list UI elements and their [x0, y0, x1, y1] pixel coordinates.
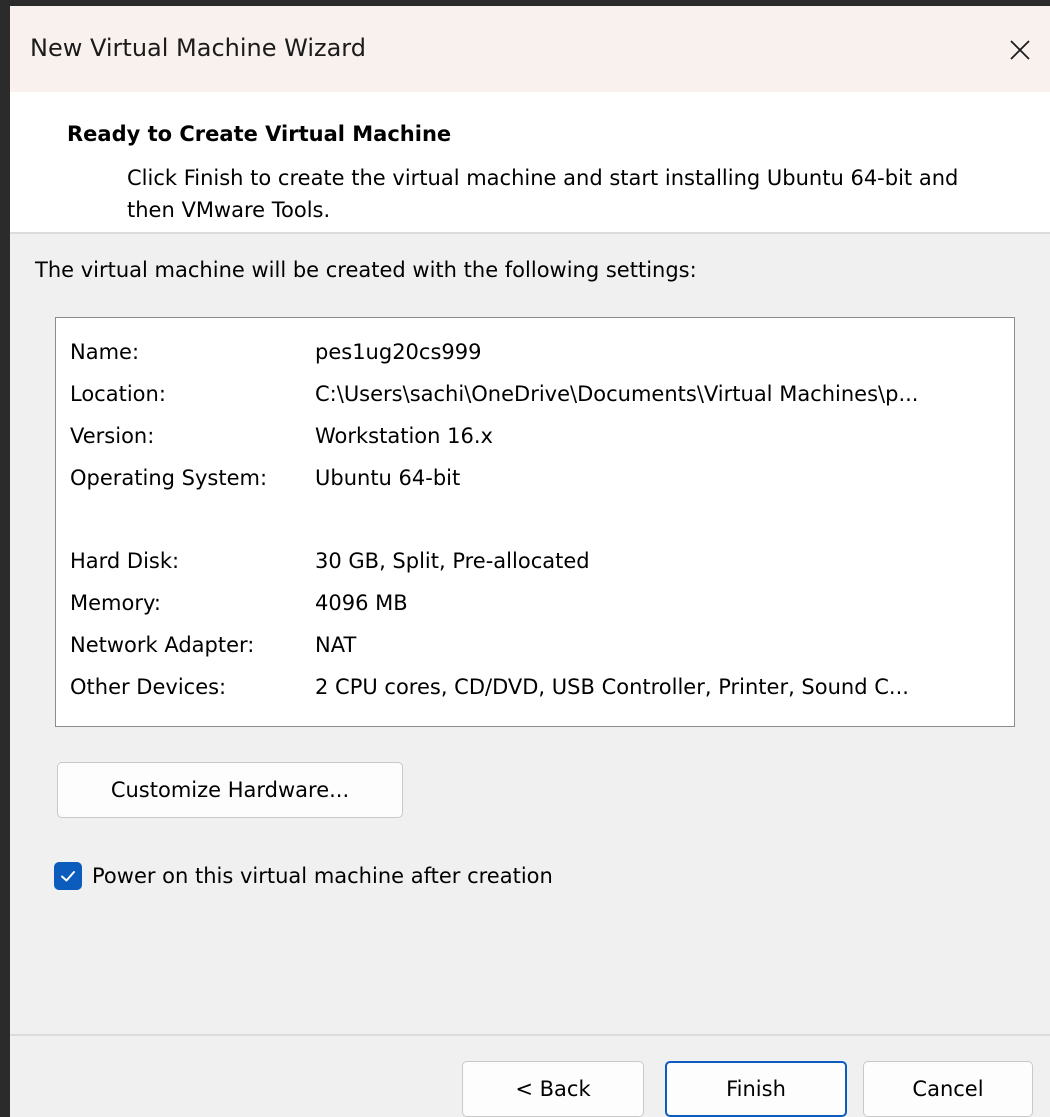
setting-row-hard-disk: Hard Disk: 30 GB, Split, Pre-allocated [70, 549, 1010, 585]
setting-value: pes1ug20cs999 [315, 340, 482, 364]
page-title: Ready to Create Virtual Machine [67, 122, 452, 146]
power-on-option[interactable]: Power on this virtual machine after crea… [54, 858, 553, 894]
setting-value: 4096 MB [315, 591, 408, 615]
setting-label: Version: [70, 424, 155, 448]
setting-value: 30 GB, Split, Pre-allocated [315, 549, 590, 573]
settings-summary: Name: pes1ug20cs999 Location: C:\Users\s… [55, 317, 1015, 727]
title-bar: New Virtual Machine Wizard [10, 6, 1050, 92]
setting-label: Operating System: [70, 466, 268, 490]
setting-label: Name: [70, 340, 140, 364]
footer-divider [10, 1034, 1050, 1036]
settings-intro: The virtual machine will be created with… [35, 258, 697, 282]
setting-row-version: Version: Workstation 16.x [70, 424, 1010, 460]
checkmark-icon [61, 871, 75, 882]
back-button[interactable]: < Back [462, 1061, 644, 1117]
window-title: New Virtual Machine Wizard [30, 34, 366, 62]
setting-row-memory: Memory: 4096 MB [70, 591, 1010, 627]
page-description: Click Finish to create the virtual machi… [127, 166, 959, 222]
setting-row-network-adapter: Network Adapter: NAT [70, 633, 1010, 669]
setting-row-other-devices: Other Devices: 2 CPU cores, CD/DVD, USB … [70, 675, 1010, 711]
setting-row-name: Name: pes1ug20cs999 [70, 340, 1010, 376]
power-on-checkbox[interactable] [54, 862, 82, 890]
cancel-button[interactable]: Cancel [863, 1061, 1033, 1117]
wizard-window: New Virtual Machine Wizard Ready to Crea… [10, 6, 1050, 1117]
setting-value: Ubuntu 64-bit [315, 466, 461, 490]
setting-row-operating-system: Operating System: Ubuntu 64-bit [70, 466, 1010, 502]
setting-label: Hard Disk: [70, 549, 180, 573]
setting-label: Other Devices: [70, 675, 227, 699]
setting-value: 2 CPU cores, CD/DVD, USB Controller, Pri… [315, 675, 909, 699]
setting-value: Workstation 16.x [315, 424, 493, 448]
close-button[interactable] [990, 20, 1050, 80]
wizard-header: Ready to Create Virtual Machine Click Fi… [10, 92, 1050, 234]
finish-button[interactable]: Finish [665, 1061, 847, 1117]
setting-row-location: Location: C:\Users\sachi\OneDrive\Docume… [70, 382, 1010, 418]
setting-label: Memory: [70, 591, 161, 615]
customize-hardware-button[interactable]: Customize Hardware... [57, 762, 403, 818]
power-on-label: Power on this virtual machine after crea… [92, 864, 553, 888]
setting-value: NAT [315, 633, 357, 657]
setting-label: Location: [70, 382, 166, 406]
setting-label: Network Adapter: [70, 633, 255, 657]
close-icon [1010, 40, 1030, 60]
setting-value: C:\Users\sachi\OneDrive\Documents\Virtua… [315, 382, 919, 406]
